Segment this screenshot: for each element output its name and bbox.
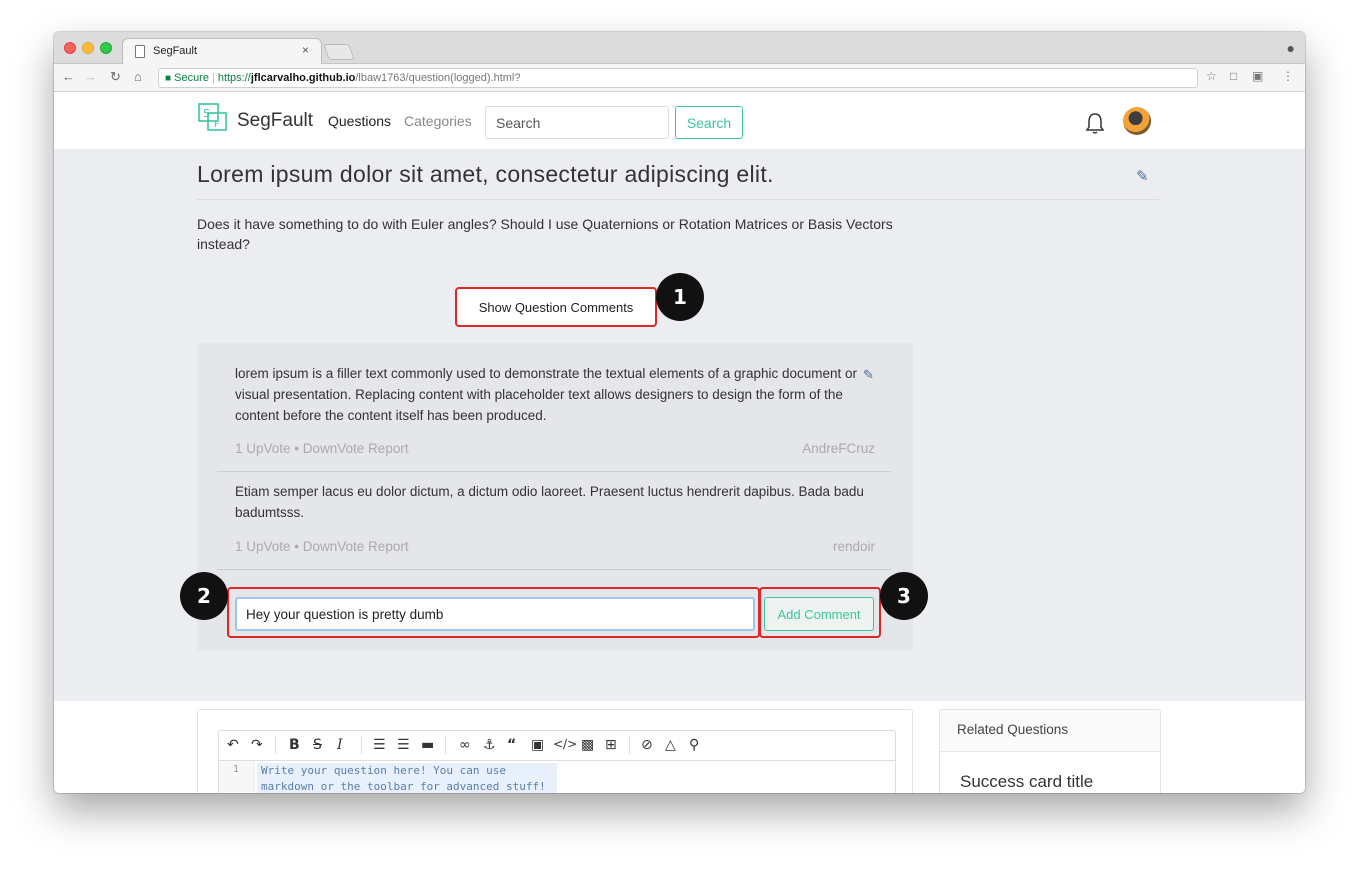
forward-icon[interactable]: → (84, 69, 97, 84)
highlight-comment-input (227, 587, 760, 638)
divider (217, 471, 891, 472)
address-bar: ← → ↻ ⌂ ■ Secure | https://jflcarvalho.git… (54, 64, 1305, 92)
new-tab-button[interactable] (323, 44, 355, 60)
undo-icon[interactable]: ↶ (227, 737, 239, 753)
code-icon[interactable]: </> (553, 737, 577, 751)
back-icon[interactable]: ← (62, 69, 75, 84)
minimize-window-button[interactable] (82, 42, 94, 54)
related-card-title[interactable]: Success card title (960, 772, 1093, 792)
maximize-window-button[interactable] (100, 42, 112, 54)
related-questions-title: Related Questions (940, 710, 1160, 752)
svg-text:S: S (203, 107, 210, 120)
ordered-list-icon[interactable]: ☰ (397, 737, 410, 753)
nav-questions-link[interactable]: Questions (328, 113, 391, 129)
page-viewport: S F SegFault Questions Categories Search… (54, 93, 1305, 793)
divider (197, 199, 1159, 200)
segfault-logo-icon[interactable]: S F (198, 103, 228, 133)
bookmark-star-icon[interactable]: ☆ (1206, 69, 1217, 83)
divider (275, 736, 276, 754)
italic-icon[interactable]: I (337, 737, 343, 753)
browser-tabbar: SegFault × ● (54, 32, 1305, 65)
eraser-icon[interactable]: △ (665, 737, 676, 753)
brand-name[interactable]: SegFault (237, 110, 313, 132)
link-icon[interactable]: ∞ (459, 737, 471, 753)
comment-author[interactable]: AndreFCruz (802, 441, 875, 456)
annotation-badge-3: 3 (880, 572, 928, 620)
edit-comment-pencil-icon[interactable]: ✎ (863, 367, 874, 383)
avatar[interactable] (1123, 107, 1151, 135)
close-window-button[interactable] (64, 42, 76, 54)
browser-tab[interactable]: SegFault × (122, 38, 322, 65)
page-icon (135, 45, 145, 58)
question-title: Lorem ipsum dolor sit amet, consectetur … (197, 161, 774, 187)
table-icon[interactable]: ⊞ (605, 737, 617, 753)
home-icon[interactable]: ⌂ (134, 69, 142, 84)
edit-question-pencil-icon[interactable]: ✎ (1136, 167, 1149, 185)
comment-author[interactable]: rendoir (833, 539, 875, 554)
divider (217, 569, 891, 570)
secure-label: Secure (174, 72, 209, 84)
show-question-comments-button[interactable]: Show Question Comments (455, 287, 657, 327)
editor-placeholder[interactable]: Write your question here! You can use ma… (257, 763, 557, 793)
comment-actions[interactable]: 1 UpVote • DownVote Report (235, 539, 409, 554)
divider (361, 736, 362, 754)
anchor-icon[interactable]: ⚓ (483, 737, 496, 753)
editor-gutter: 1 (219, 761, 255, 793)
question-body: Does it have something to do with Euler … (197, 216, 893, 252)
editor-toolbar: ↶ ↷ B S I ☰ ☰ ▬ ∞ ⚓ “ ▣ </> ▩ ⊞ ⊘ △ ⚲ (218, 730, 896, 760)
search-input[interactable] (485, 106, 669, 139)
bold-icon[interactable]: B (289, 737, 300, 753)
bell-icon[interactable] (1084, 111, 1106, 135)
tab-close-icon[interactable]: × (302, 43, 309, 57)
markdown-editor[interactable]: 1 Write your question here! You can use … (218, 760, 896, 793)
url-path: /lbaw1763/question(logged).html? (355, 72, 521, 84)
answer-editor-card: ↶ ↷ B S I ☰ ☰ ▬ ∞ ⚓ “ ▣ </> ▩ ⊞ ⊘ △ ⚲ 1 … (197, 709, 913, 793)
file-icon[interactable]: ▩ (581, 737, 594, 753)
annotation-badge-2: 2 (180, 572, 228, 620)
profile-icon[interactable]: ● (1287, 40, 1295, 56)
search-icon[interactable]: ⚲ (689, 737, 699, 753)
divider (445, 736, 446, 754)
horizontal-rule-icon[interactable]: ▬ (421, 737, 434, 753)
preview-off-icon[interactable]: ⊘ (641, 737, 653, 753)
comment-text: lorem ipsum is a filler text commonly us… (235, 366, 858, 423)
url-field[interactable]: ■ Secure | https://jflcarvalho.github.io/l… (158, 68, 1198, 88)
highlight-add-comment (759, 587, 881, 638)
site-navbar: S F SegFault Questions Categories Search (54, 93, 1305, 150)
unordered-list-icon[interactable]: ☰ (373, 737, 386, 753)
annotation-badge-1: 1 (656, 273, 704, 321)
svg-text:F: F (214, 120, 219, 130)
browser-window: SegFault × ● ← → ↻ ⌂ ■ Secure | https://jf… (54, 32, 1305, 793)
reload-icon[interactable]: ↻ (110, 69, 121, 85)
tab-title: SegFault (153, 45, 198, 57)
nav-categories-link[interactable]: Categories (404, 113, 472, 129)
quote-icon[interactable]: “ (507, 737, 516, 753)
strikethrough-icon[interactable]: S (313, 737, 322, 753)
comment-text: Etiam semper lacus eu dolor dictum, a di… (235, 484, 864, 520)
menu-icon[interactable]: ⋮ (1282, 69, 1294, 83)
image-icon[interactable]: ▣ (531, 737, 544, 753)
line-number: 1 (233, 764, 240, 775)
comment-actions[interactable]: 1 UpVote • DownVote Report (235, 441, 409, 456)
search-button[interactable]: Search (675, 106, 743, 139)
redo-icon[interactable]: ↷ (251, 737, 263, 753)
extension-icon[interactable]: □ (1230, 69, 1237, 83)
lock-icon: ■ (165, 73, 172, 84)
url-scheme: https:// (217, 72, 251, 84)
cast-icon[interactable]: ▣ (1252, 69, 1263, 83)
divider (629, 736, 630, 754)
url-host: jflcarvalho.github.io (250, 72, 356, 84)
related-questions-card: Related Questions Success card title (939, 709, 1161, 793)
